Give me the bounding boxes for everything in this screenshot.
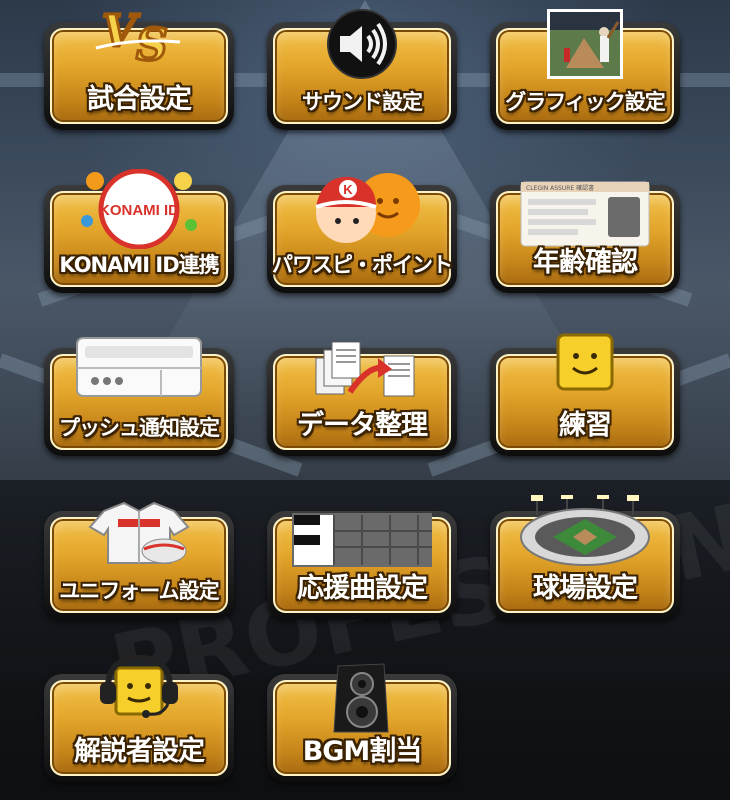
tile-practice[interactable]: 練習	[490, 333, 680, 456]
konami-id-icon: KONAMI ID	[79, 168, 199, 250]
id-card-icon: CLEGIN ASSURE 確認書	[520, 181, 650, 247]
stadium-icon	[517, 493, 653, 567]
id-card-icon-text: CLEGIN ASSURE 確認書	[526, 184, 594, 192]
speaker-icon	[326, 8, 398, 80]
loudspeaker-icon	[330, 662, 394, 734]
tile-label: BGM割当	[302, 736, 423, 767]
tile-cheer-song-settings[interactable]: 応援曲設定	[267, 511, 457, 619]
tile-label: ユニフォーム設定	[59, 579, 219, 603]
tile-uniform-settings[interactable]: ユニフォーム設定	[44, 501, 234, 619]
tile-konami-id-link[interactable]: KONAMI ID KONAMI ID連携	[44, 168, 234, 293]
notification-panel-icon	[75, 336, 203, 398]
tile-bgm-assignment[interactable]: BGM割当	[267, 663, 457, 782]
tile-label: 練習	[559, 410, 612, 441]
tile-push-notification-settings[interactable]: プッシュ通知設定	[44, 337, 234, 456]
tile-graphics-settings[interactable]: グラフィック設定	[490, 9, 680, 130]
tile-label: データ整理	[297, 410, 428, 441]
uniform-icon	[84, 501, 194, 565]
vs-icon: V S	[94, 5, 184, 73]
tile-label: サウンド設定	[302, 90, 423, 114]
tile-commentator-settings[interactable]: 解説者設定	[44, 654, 234, 782]
tile-match-settings[interactable]: V S 試合設定	[44, 5, 234, 130]
konami-id-icon-text: KONAMI ID	[99, 202, 179, 219]
tile-pawaspi-point[interactable]: K パワスピ・ポイント	[267, 173, 457, 293]
tile-sound-settings[interactable]: サウンド設定	[267, 9, 457, 130]
tile-label: グラフィック設定	[505, 90, 666, 114]
tile-label: 年齢確認	[533, 247, 638, 278]
piano-keys-icon	[292, 513, 432, 567]
tile-label: 応援曲設定	[297, 573, 428, 604]
tile-label: プッシュ通知設定	[59, 416, 220, 440]
tile-label: KONAMI ID連携	[59, 253, 219, 277]
smiley-block-icon	[555, 332, 615, 392]
baseball-photo-icon	[546, 8, 624, 80]
tile-age-verification[interactable]: CLEGIN ASSURE 確認書 年齢確認	[490, 181, 680, 293]
pawapuro-character-icon: K	[302, 163, 422, 255]
tile-data-cleanup[interactable]: データ整理	[267, 341, 457, 456]
svg-text:V: V	[102, 8, 140, 57]
svg-text:K: K	[343, 182, 353, 197]
tile-label: パワスピ・ポイント	[272, 253, 453, 277]
svg-text:S: S	[136, 20, 168, 68]
commentator-headset-icon	[96, 654, 182, 724]
tile-label: 試合設定	[87, 84, 192, 115]
tile-label: 球場設定	[533, 573, 638, 604]
tile-stadium-settings[interactable]: 球場設定	[490, 493, 680, 619]
tile-label: 解説者設定	[74, 736, 205, 767]
data-transfer-icon	[302, 341, 422, 406]
